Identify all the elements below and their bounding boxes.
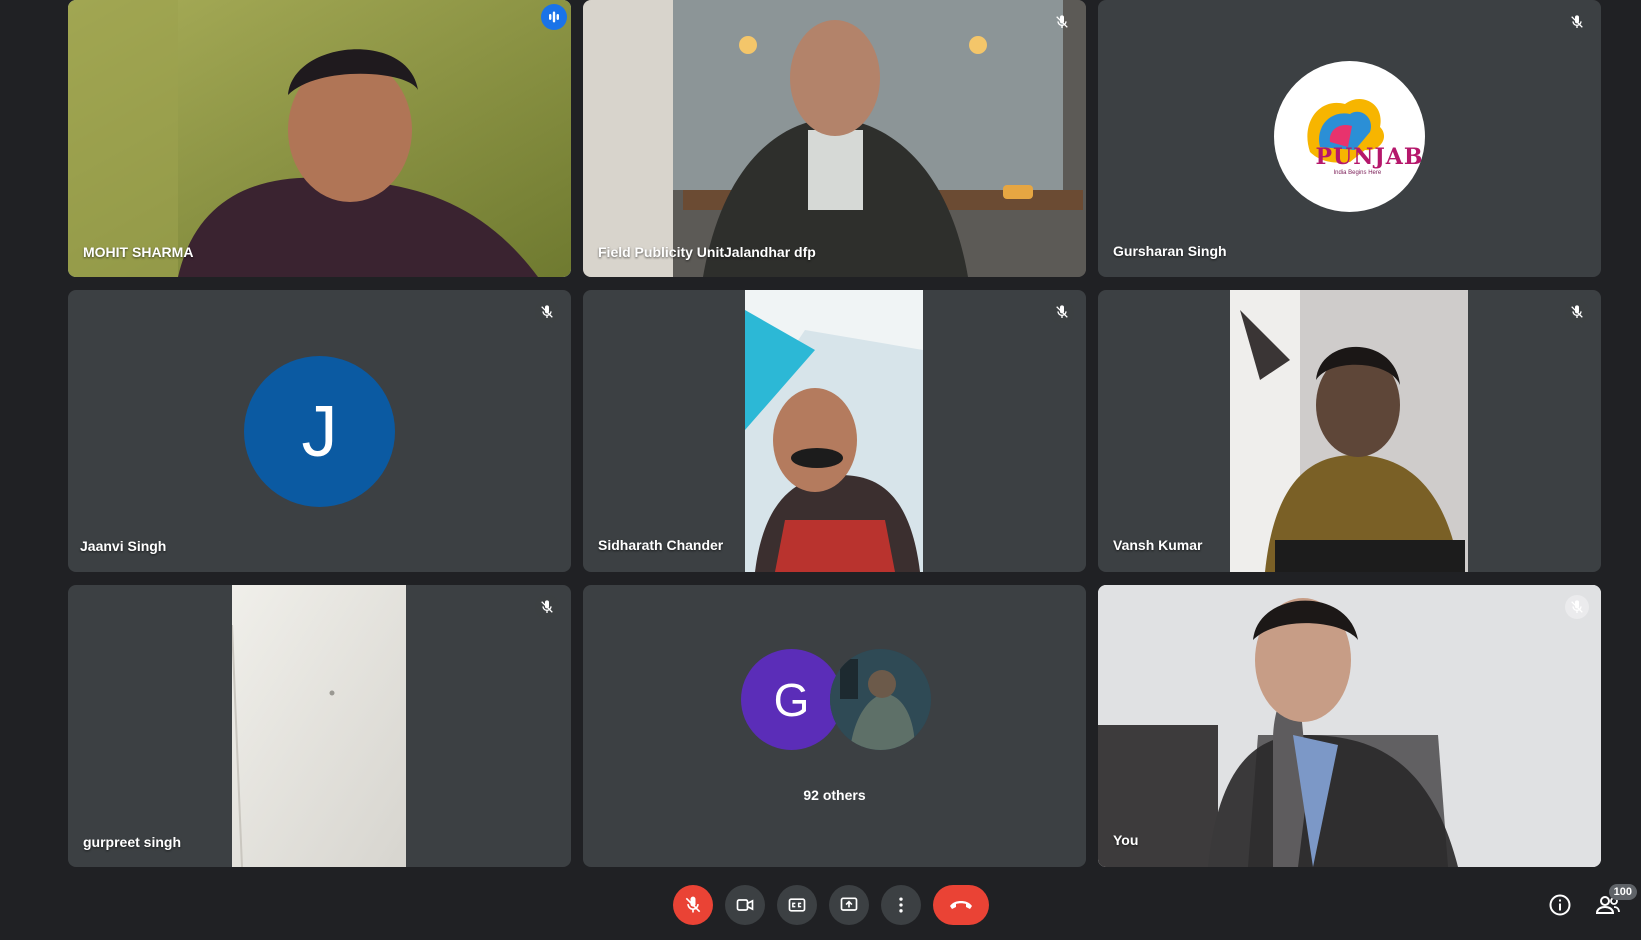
mic-off-icon [535,595,559,619]
participant-avatar: J [244,356,395,507]
participant-name: Sidharath Chander [598,537,724,553]
camera-icon [736,899,754,911]
captions-button[interactable] [777,885,817,925]
punjab-logo: PUNJAB India Begins Here [1290,92,1422,182]
logo-tagline: India Begins Here [1333,169,1382,176]
participant-tile-sidharath-chander[interactable]: Sidharath Chander [583,290,1086,572]
participant-name: Jaanvi Singh [80,538,167,554]
participant-tile-self[interactable]: You [1098,585,1601,867]
participant-tile-field-publicity-unit[interactable]: Field Publicity UnitJalandhar dfp [583,0,1086,277]
participant-name: Gursharan Singh [1113,243,1227,259]
leave-call-button[interactable] [933,885,989,925]
others-count-label: 92 others [803,787,866,803]
mic-off-icon [535,300,559,324]
participant-video [232,585,406,867]
camera-toggle-button[interactable] [725,885,765,925]
participant-tile-gurpreet-singh[interactable]: gurpreet singh [68,585,571,867]
mic-off-icon [1565,10,1589,34]
avatar-initial: G [773,673,810,726]
participant-video [745,290,923,572]
meeting-stage: MOHIT SHARMA Field Publicity UnitJalandh… [0,0,1641,940]
participant-video [1098,585,1601,867]
more-icon [899,897,903,913]
participant-tile-vansh-kumar[interactable]: Vansh Kumar [1098,290,1601,572]
participant-video [1230,290,1468,572]
participant-name: You [1113,832,1139,848]
info-icon [1549,894,1571,916]
participant-tile-gursharan-singh[interactable]: PUNJAB India Begins Here Gursharan Singh [1098,0,1601,277]
participant-video [583,0,1086,277]
audio-level-icon [541,4,567,30]
participant-video [68,0,571,277]
others-tile[interactable]: G 92 others [583,585,1086,867]
participant-avatar: G [741,649,842,750]
participant-avatar-photo [830,649,931,750]
participant-count-badge: 100 [1608,884,1637,900]
present-screen-button[interactable] [829,885,869,925]
present-icon [840,897,858,911]
mic-off-icon [1565,595,1589,619]
participants-button[interactable]: 100 [1591,884,1637,922]
participant-name: gurpreet singh [83,834,182,850]
mic-off-icon [1565,300,1589,324]
avatar-initial: J [301,391,338,472]
logo-text: PUNJAB [1315,143,1424,170]
end-call-icon [950,901,972,909]
more-options-button[interactable] [881,885,921,925]
participant-tile-jaanvi-singh[interactable]: J Jaanvi Singh [68,290,571,572]
meeting-details-button[interactable] [1543,888,1577,922]
participant-name: MOHIT SHARMA [83,244,194,260]
participant-name: Field Publicity UnitJalandhar dfp [598,244,816,260]
mic-off-icon [685,896,701,913]
participant-tile-mohit-sharma[interactable]: MOHIT SHARMA [68,0,571,277]
participant-name: Vansh Kumar [1113,537,1203,553]
captions-icon [788,898,806,912]
participant-avatar: PUNJAB India Begins Here [1274,61,1425,212]
call-controls-bar: 100 [0,870,1641,940]
mic-off-icon [1050,300,1074,324]
mic-off-icon [1050,10,1074,34]
microphone-toggle-button[interactable] [673,885,713,925]
